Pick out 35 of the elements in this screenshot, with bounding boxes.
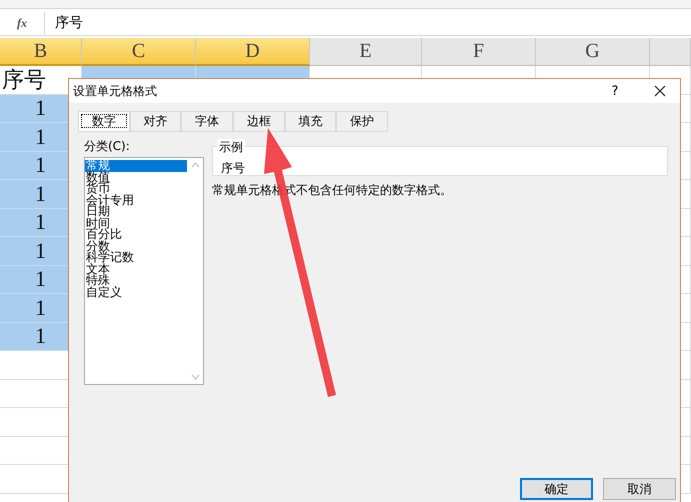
list-item[interactable]: 分数 <box>85 240 187 252</box>
ok-button[interactable]: 确定 <box>520 478 593 500</box>
column-header[interactable]: F <box>422 38 536 66</box>
list-item[interactable]: 科学记数 <box>85 252 187 264</box>
column-header[interactable]: C <box>82 38 196 66</box>
tab[interactable]: 数字 <box>78 111 130 131</box>
column-header[interactable] <box>650 38 691 66</box>
column-header[interactable]: D <box>196 38 310 66</box>
list-item[interactable]: 数值 <box>85 172 187 183</box>
list-item[interactable]: 会计专用 <box>85 194 187 206</box>
close-icon <box>654 85 666 97</box>
formula-text[interactable]: 序号 <box>45 14 83 32</box>
list-item[interactable]: 时间 <box>85 218 187 229</box>
list-item[interactable]: 特殊 <box>85 275 187 286</box>
cancel-button[interactable]: 取消 <box>603 478 676 500</box>
tab[interactable]: 字体 <box>181 111 234 131</box>
list-item[interactable]: 日期 <box>85 206 187 218</box>
list-item[interactable]: 货币 <box>85 183 187 194</box>
column-header[interactable]: B <box>0 38 82 66</box>
column-header[interactable]: E <box>310 38 422 66</box>
category-label: 分类(C): <box>84 138 131 155</box>
sample-label: 示例 <box>217 139 245 156</box>
list-item[interactable]: 文本 <box>85 264 187 275</box>
help-button[interactable]: ? <box>590 84 640 98</box>
scroll-down-icon[interactable] <box>190 374 200 380</box>
tab[interactable]: 填充 <box>284 111 336 131</box>
function-label: fx <box>0 12 45 34</box>
list-item[interactable]: 自定义 <box>85 286 187 298</box>
sample-value: 序号 <box>221 160 246 177</box>
column-header[interactable]: G <box>536 38 650 66</box>
list-item[interactable]: 百分比 <box>85 229 187 240</box>
tab[interactable]: 对齐 <box>130 111 182 131</box>
tab[interactable]: 边框 <box>233 111 285 131</box>
tab[interactable]: 保护 <box>336 111 388 131</box>
scroll-up-icon[interactable] <box>190 162 200 168</box>
